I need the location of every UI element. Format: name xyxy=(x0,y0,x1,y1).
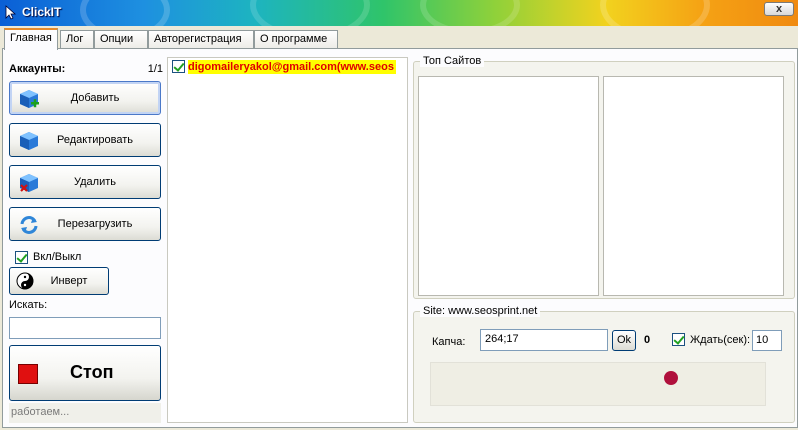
search-input[interactable] xyxy=(9,317,161,339)
tab-about[interactable]: О программе xyxy=(254,30,338,49)
tab-main[interactable]: Главная xyxy=(4,28,58,50)
captcha-input[interactable]: 264;17 xyxy=(480,329,608,351)
search-label: Искать: xyxy=(9,299,48,311)
top-sites-pane-right[interactable] xyxy=(603,76,784,296)
status-text: работаем... xyxy=(9,403,161,423)
add-button-label[interactable]: Добавить xyxy=(10,82,160,114)
stop-button[interactable]: Стоп xyxy=(9,345,161,401)
close-button[interactable]: x xyxy=(764,2,794,16)
top-sites-group: Топ Сайтов xyxy=(413,55,795,299)
wait-label: Ждать(сек): xyxy=(690,334,751,346)
tab-log[interactable]: Лог xyxy=(60,30,94,49)
top-sites-pane-left[interactable] xyxy=(418,76,599,296)
cursor-app-icon xyxy=(5,5,16,20)
account-checkbox[interactable] xyxy=(172,60,185,73)
tab-options[interactable]: Опции xyxy=(94,30,148,49)
invert-button[interactable]: Инверт xyxy=(9,267,109,295)
stop-button-label[interactable]: Стоп xyxy=(70,362,113,383)
tab-autoregistration[interactable]: Авторегистрация xyxy=(148,30,254,49)
wait-checkbox[interactable] xyxy=(672,333,685,346)
list-item[interactable]: digomaileryakol@gmail.com(www.seos xyxy=(172,60,406,74)
tab-content: Аккаунты: 1/1 Добавить Редактировать Уда… xyxy=(2,48,798,428)
accounts-list[interactable]: digomaileryakol@gmail.com(www.seos xyxy=(167,57,408,423)
title-decoration xyxy=(420,0,520,26)
toggle-checkbox[interactable] xyxy=(15,251,28,264)
invert-button-label[interactable]: Инверт xyxy=(10,268,108,294)
accounts-label: Аккаунты: xyxy=(9,63,66,75)
captcha-image-area[interactable] xyxy=(430,362,766,406)
edit-button-label[interactable]: Редактировать xyxy=(10,124,160,156)
edit-button[interactable]: Редактировать xyxy=(9,123,161,157)
wait-seconds-input[interactable]: 10 xyxy=(752,330,782,351)
delete-button[interactable]: Удалить xyxy=(9,165,161,199)
reload-button[interactable]: Перезагрузить xyxy=(9,207,161,241)
captcha-label: Капча: xyxy=(432,336,466,348)
add-button[interactable]: Добавить xyxy=(9,81,161,115)
ok-button[interactable]: Ok xyxy=(612,330,636,351)
stop-icon xyxy=(18,364,38,384)
reload-button-label[interactable]: Перезагрузить xyxy=(10,208,160,240)
title-decoration xyxy=(80,0,170,26)
title-decoration xyxy=(250,0,370,26)
captcha-dot xyxy=(664,371,678,385)
site-group: Site: www.seosprint.net Капча: 264;17 Ok… xyxy=(413,305,795,423)
title-bar: ClickIT x xyxy=(0,0,798,26)
accounts-count: 1/1 xyxy=(147,63,163,75)
left-panel: Аккаунты: 1/1 Добавить Редактировать Уда… xyxy=(7,57,165,427)
window-title: ClickIT xyxy=(22,5,62,19)
account-text[interactable]: digomaileryakol@gmail.com(www.seos xyxy=(188,60,396,74)
close-icon[interactable]: x xyxy=(776,3,782,15)
captcha-counter: 0 xyxy=(644,334,651,346)
toggle-label: Вкл/Выкл xyxy=(33,251,82,263)
top-sites-title: Топ Сайтов xyxy=(420,55,485,67)
site-title: Site: www.seosprint.net xyxy=(420,305,541,317)
title-decoration xyxy=(600,0,710,26)
delete-button-label[interactable]: Удалить xyxy=(10,166,160,198)
